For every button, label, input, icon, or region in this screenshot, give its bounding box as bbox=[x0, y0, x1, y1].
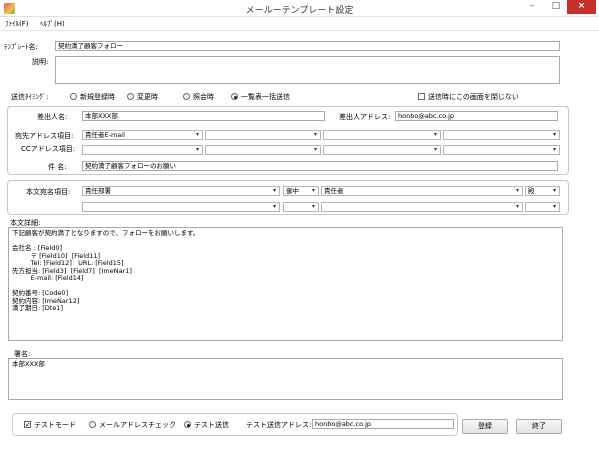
sender-name-label: 差出人名: bbox=[37, 113, 68, 121]
body-name-field-select[interactable]: 責任部署 ▾ bbox=[82, 186, 280, 196]
keep-open-checkbox[interactable] bbox=[418, 93, 425, 100]
menu-file[interactable]: ﾌｧｲﾙ(F) bbox=[5, 19, 29, 29]
body-name-field-select-4[interactable]: ▾ bbox=[321, 202, 523, 212]
to-field-select-1[interactable]: 責任者E-mail ▾ bbox=[82, 130, 203, 140]
timing-radio-inquiry[interactable] bbox=[183, 93, 190, 100]
cc-address-label: CCアドレス項目: bbox=[21, 145, 76, 153]
window-title: メールーテンプレート設定 bbox=[245, 6, 354, 16]
body-name-field-value-2: 責任者 bbox=[324, 187, 344, 195]
chevron-down-icon: ▾ bbox=[311, 187, 315, 194]
menu-help[interactable]: ﾍﾙﾌﾟ(H) bbox=[40, 19, 65, 29]
honorific-value-1: 御中 bbox=[286, 187, 299, 195]
cc-field-select-2[interactable]: ▾ bbox=[205, 145, 321, 155]
chevron-down-icon: ▾ bbox=[433, 146, 437, 153]
sender-address-input[interactable]: honbo@abc.co.jp bbox=[395, 111, 558, 121]
description-input[interactable] bbox=[55, 56, 560, 84]
close-window-button[interactable]: × bbox=[567, 0, 596, 14]
chevron-down-icon: ▾ bbox=[433, 131, 437, 138]
mail-check-radio[interactable] bbox=[89, 421, 96, 428]
exit-button[interactable]: 終了 bbox=[516, 419, 562, 434]
sender-name-input[interactable]: 本部XXX部 bbox=[82, 111, 325, 121]
chevron-down-icon: ▾ bbox=[195, 146, 199, 153]
test-mode-label: テストモード bbox=[34, 421, 76, 429]
signature-textarea[interactable]: 本部XXX部 bbox=[8, 358, 563, 400]
maximize-button[interactable]: □ bbox=[544, 0, 568, 14]
chevron-down-icon: ▾ bbox=[311, 203, 315, 210]
template-name-input[interactable]: 契約満了顧客フォロー bbox=[55, 41, 560, 51]
timing-option-new: 新規登録時 bbox=[80, 93, 115, 101]
title-bar: メールーテンプレート設定 – □ × bbox=[0, 0, 599, 17]
register-button[interactable]: 登録 bbox=[462, 419, 508, 434]
test-send-radio[interactable] bbox=[184, 421, 191, 428]
cc-field-select-4[interactable]: ▾ bbox=[443, 145, 560, 155]
cc-field-select-3[interactable]: ▾ bbox=[323, 145, 441, 155]
to-field-value: 責任者E-mail bbox=[85, 131, 125, 139]
chevron-down-icon: ▾ bbox=[313, 131, 317, 138]
timing-option-change: 変更時 bbox=[137, 93, 158, 101]
honorific-select-1[interactable]: 御中 ▾ bbox=[283, 186, 319, 196]
honorific-select-4[interactable]: ▾ bbox=[525, 202, 560, 212]
test-send-label: テスト送信 bbox=[194, 421, 229, 429]
subject-label: 件 名: bbox=[48, 163, 67, 171]
test-mode-checkbox[interactable]: ✓ bbox=[24, 421, 31, 429]
timing-option-bulk: 一覧表一括送信 bbox=[241, 93, 290, 101]
honorific-value-2: 殿 bbox=[528, 187, 535, 195]
chevron-down-icon: ▾ bbox=[272, 187, 276, 194]
test-address-label: テスト送信アドレス: bbox=[246, 421, 312, 429]
chevron-down-icon: ▾ bbox=[272, 203, 276, 210]
body-name-field-value: 責任部署 bbox=[85, 187, 111, 195]
timing-radio-change[interactable] bbox=[127, 93, 134, 100]
chevron-down-icon: ▾ bbox=[552, 187, 556, 194]
send-timing-label: 送信ﾀｲﾐﾝｸﾞ: bbox=[11, 93, 49, 101]
mail-check-label: メールアドレスチェック bbox=[99, 421, 176, 429]
body-name-label: 本文宛名項目: bbox=[26, 188, 71, 196]
chevron-down-icon: ▾ bbox=[552, 131, 556, 138]
chevron-down-icon: ▾ bbox=[552, 203, 556, 210]
description-label: 説明: bbox=[32, 58, 49, 66]
chevron-down-icon: ▾ bbox=[313, 146, 317, 153]
honorific-select-3[interactable]: ▾ bbox=[283, 202, 319, 212]
template-name-label: ﾃﾝﾌﾟﾚｰﾄ名: bbox=[4, 43, 38, 51]
timing-radio-new[interactable] bbox=[70, 93, 77, 100]
timing-option-inquiry: 照会時 bbox=[193, 93, 214, 101]
chevron-down-icon: ▾ bbox=[552, 146, 556, 153]
cc-field-select-1[interactable]: ▾ bbox=[82, 145, 203, 155]
keep-open-label: 送信時にこの画面を閉じない bbox=[428, 93, 519, 101]
subject-input[interactable]: 契約満了顧客フォローのお願い bbox=[82, 161, 558, 171]
chevron-down-icon: ▾ bbox=[515, 203, 519, 210]
to-field-select-2[interactable]: ▾ bbox=[205, 130, 321, 140]
chevron-down-icon: ▾ bbox=[515, 187, 519, 194]
chevron-down-icon: ▾ bbox=[195, 131, 199, 138]
to-address-label: 宛先アドレス項目: bbox=[15, 132, 74, 140]
test-address-input[interactable]: honbo@abc.co.jp bbox=[312, 419, 454, 429]
to-field-select-4[interactable]: ▾ bbox=[443, 130, 560, 140]
to-field-select-3[interactable]: ▾ bbox=[323, 130, 441, 140]
honorific-select-2[interactable]: 殿 ▾ bbox=[525, 186, 560, 196]
body-name-field-select-3[interactable]: ▾ bbox=[82, 202, 280, 212]
menu-bar: ﾌｧｲﾙ(F) ﾍﾙﾌﾟ(H) bbox=[0, 17, 599, 31]
timing-radio-bulk[interactable] bbox=[231, 93, 238, 100]
minimize-button[interactable]: – bbox=[520, 0, 544, 14]
sender-address-label: 差出人アドレス: bbox=[339, 113, 391, 121]
body-name-field-select-2[interactable]: 責任者 ▾ bbox=[321, 186, 523, 196]
body-detail-textarea[interactable]: 下記顧客が契約満了となりますので、フォローをお願いします。 会社名 : [Fie… bbox=[8, 227, 563, 341]
